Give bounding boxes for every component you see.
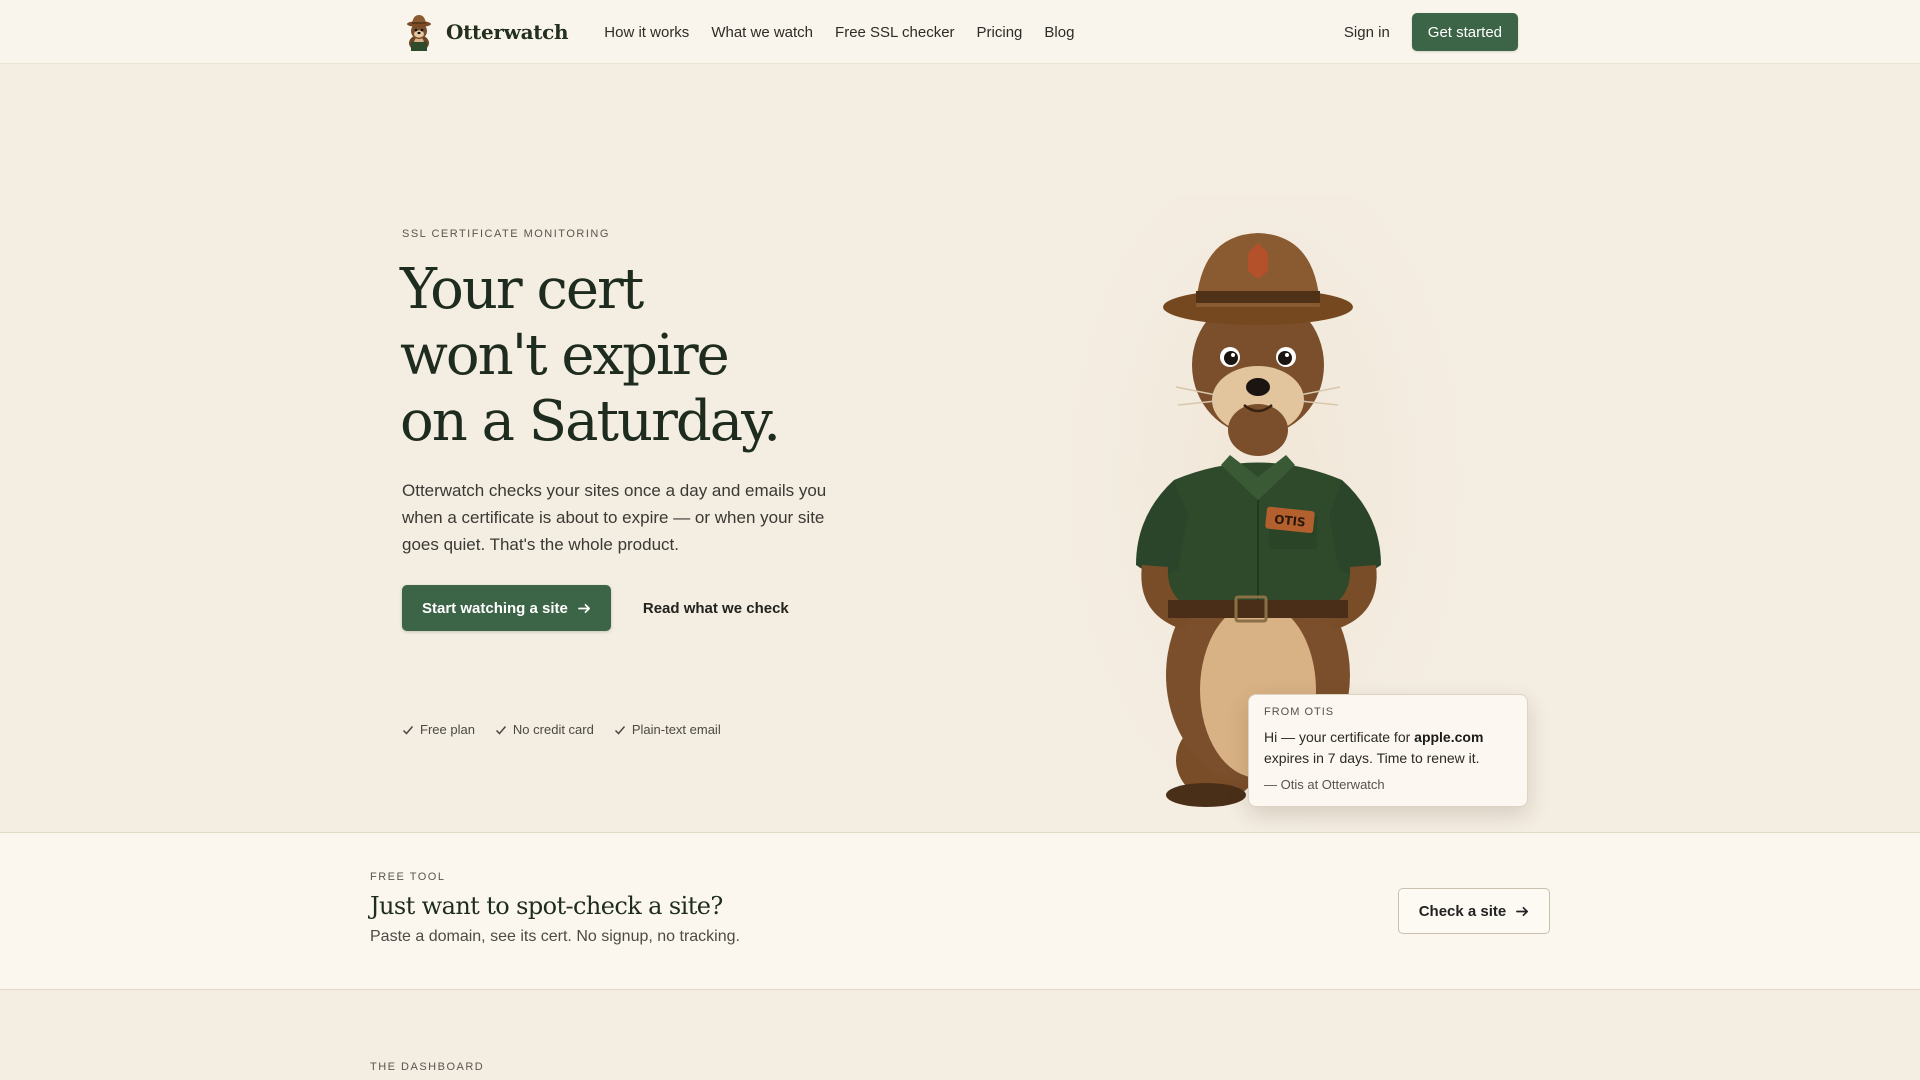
start-watching-button[interactable]: Start watching a site (402, 585, 611, 631)
signin-link[interactable]: Sign in (1344, 24, 1390, 41)
top-nav: Otterwatch How it works What we watch Fr… (0, 0, 1920, 64)
free-tool-eyebrow: FREE TOOL (370, 871, 446, 883)
read-what-we-check-link[interactable]: Read what we check (643, 600, 789, 617)
hero-title-line-1: Your cert (400, 257, 644, 322)
hero-eyebrow: SSL CERTIFICATE MONITORING (402, 228, 610, 240)
perk-free-plan: Free plan (402, 722, 475, 737)
nav-link-free-ssl-checker[interactable]: Free SSL checker (835, 24, 955, 41)
arrow-right-icon (1516, 906, 1529, 916)
check-icon (614, 725, 625, 735)
perk-plain-text-email: Plain-text email (614, 722, 721, 737)
note-message-prefix: Hi — your certificate for (1264, 729, 1415, 745)
nav-inner: Otterwatch How it works What we watch Fr… (402, 0, 1518, 64)
nav-right: Sign in Get started (1344, 13, 1518, 51)
hero-title-line-3: on a Saturday. (400, 389, 781, 454)
hero-subtitle: Otterwatch checks your sites once a day … (402, 481, 827, 554)
brand-name: Otterwatch (446, 20, 569, 44)
nav-link-blog[interactable]: Blog (1044, 24, 1074, 41)
nav-link-how-it-works[interactable]: How it works (604, 24, 689, 41)
brand-link[interactable]: Otterwatch (402, 13, 569, 51)
note-message: Hi — your certificate for apple.com expi… (1264, 727, 1512, 769)
start-watching-label: Start watching a site (422, 599, 568, 617)
check-a-site-label: Check a site (1418, 902, 1507, 920)
hero-section: SSL CERTIFICATE MONITORING Your cert won… (0, 65, 1920, 835)
note-message-suffix: expires in 7 days. Time to renew it. (1264, 750, 1480, 766)
arrow-right-icon (577, 603, 590, 613)
hero-title: Your cert won't expire on a Saturday. (400, 257, 900, 455)
perk-label: Plain-text email (631, 722, 721, 737)
dashboard-eyebrow: THE DASHBOARD (370, 1061, 485, 1073)
note-eyebrow: FROM OTIS (1264, 706, 1335, 718)
otter-ranger-icon (407, 15, 431, 51)
hero-perks: Free plan No credit card Plain-text emai… (402, 722, 721, 737)
note-domain: apple.com (1414, 729, 1484, 745)
hero-title-line-2: won't expire (400, 323, 730, 388)
check-a-site-button[interactable]: Check a site (1398, 888, 1550, 934)
free-tool-title: Just want to spot-check a site? (370, 892, 723, 920)
hero-actions: Start watching a site Read what we check (402, 585, 789, 631)
email-note-card: FROM OTIS Hi — your certificate for appl… (1248, 694, 1528, 807)
free-tool-section: FREE TOOL Just want to spot-check a site… (0, 832, 1920, 990)
perk-label: No credit card (512, 722, 594, 737)
note-signature: — Otis at Otterwatch (1264, 777, 1385, 792)
check-icon (495, 725, 506, 735)
get-started-button[interactable]: Get started (1411, 13, 1518, 51)
nav-links: How it works What we watch Free SSL chec… (604, 24, 1074, 41)
check-icon (402, 725, 414, 735)
free-tool-subtitle: Paste a domain, see its cert. No signup,… (370, 928, 740, 945)
perk-no-credit-card: No credit card (495, 722, 594, 737)
nav-link-what-we-watch[interactable]: What we watch (711, 24, 813, 41)
nav-link-pricing[interactable]: Pricing (977, 24, 1023, 41)
perk-label: Free plan (420, 722, 475, 737)
